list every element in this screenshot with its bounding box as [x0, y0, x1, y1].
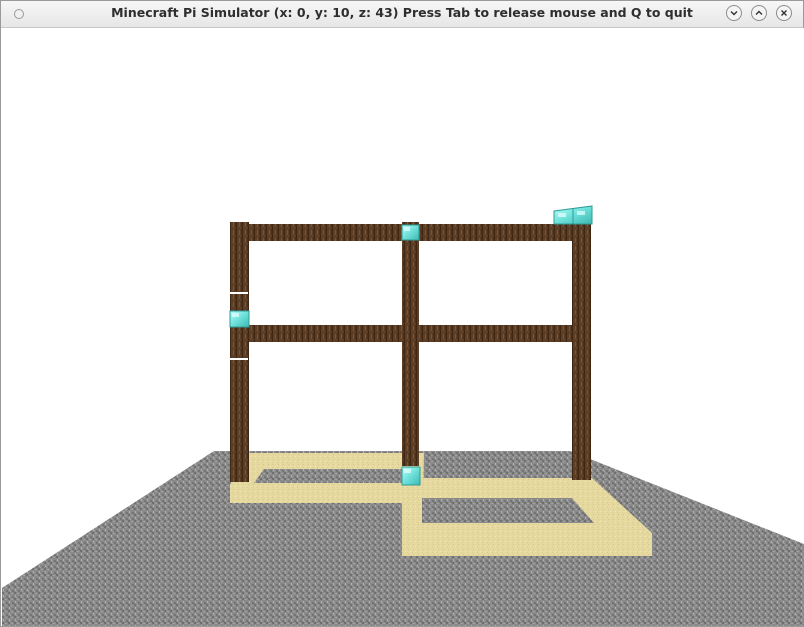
diamond-block-left: [229, 310, 250, 328]
wood-beam-middle: [247, 325, 572, 342]
post-gap-2: [230, 358, 248, 360]
diamond-block-bottom: [401, 466, 421, 486]
diamond-blocks-top-right: [553, 205, 593, 225]
window-title: Minecraft Pi Simulator (x: 0, y: 10, z: …: [111, 5, 693, 20]
maximize-button[interactable]: [751, 5, 767, 21]
close-icon: [781, 10, 787, 16]
stone-inner-front: [422, 498, 594, 523]
title-bar[interactable]: Minecraft Pi Simulator (x: 0, y: 10, z: …: [1, 1, 803, 28]
close-button[interactable]: [776, 5, 792, 21]
chevron-down-icon: [730, 11, 738, 16]
wood-post-middle: [402, 222, 419, 466]
game-viewport[interactable]: [2, 28, 804, 626]
wood-post-right: [572, 222, 591, 480]
app-window: Minecraft Pi Simulator (x: 0, y: 10, z: …: [0, 0, 804, 627]
minimize-button[interactable]: [726, 5, 742, 21]
stone-inner-back: [254, 469, 402, 483]
wood-post-left: [230, 222, 249, 482]
diamond-block-top-middle: [401, 224, 420, 241]
world-scene: [2, 205, 804, 626]
chevron-up-icon: [755, 10, 763, 15]
post-gap-1: [230, 292, 248, 294]
